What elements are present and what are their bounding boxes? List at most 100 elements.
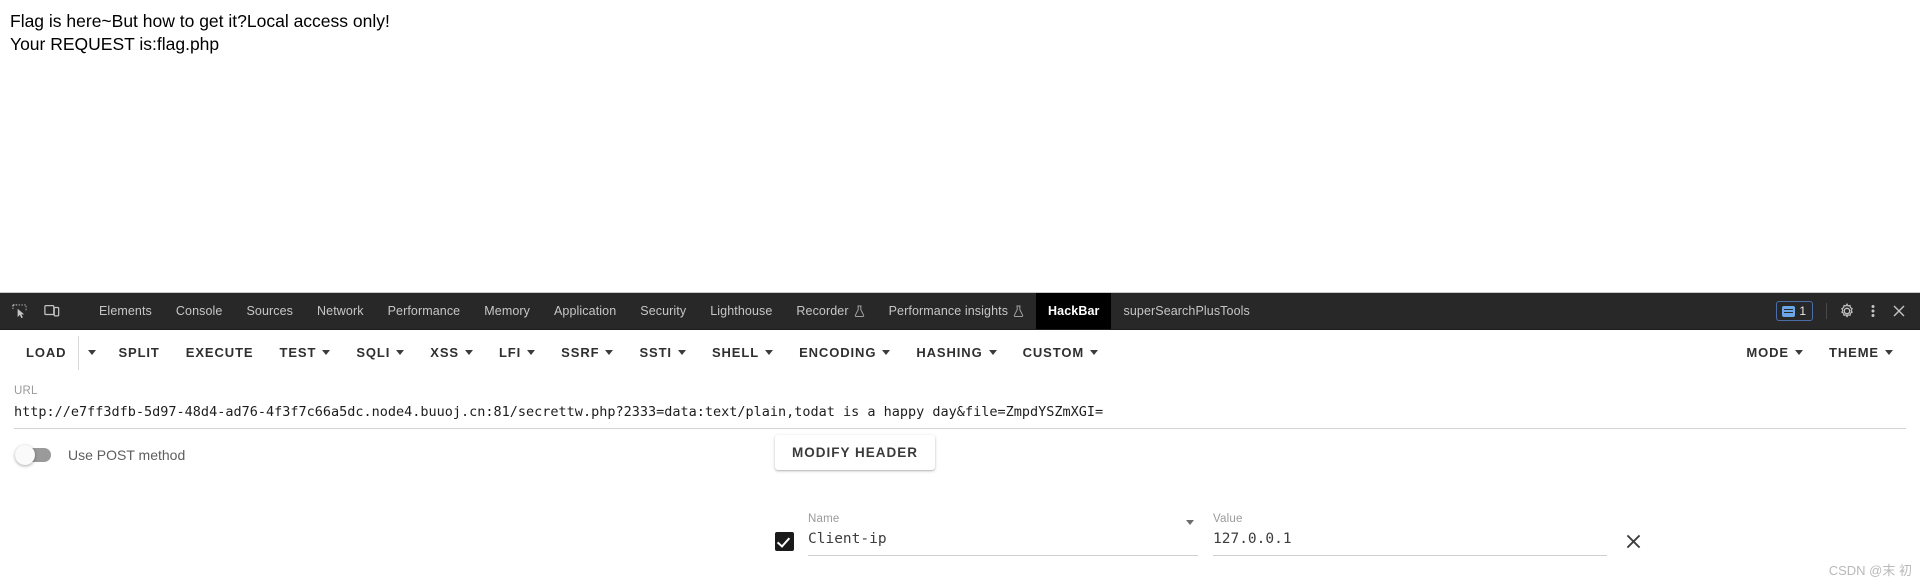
chevron-down-icon <box>1885 350 1893 355</box>
header-value-field[interactable]: Value 127.0.0.1 <box>1213 511 1607 556</box>
device-toolbar-icon[interactable] <box>40 300 63 323</box>
hackbar-button-custom[interactable]: CUSTOM <box>1010 336 1112 370</box>
kebab-menu-icon[interactable] <box>1861 299 1885 323</box>
modify-header-button[interactable]: MODIFY HEADER <box>775 435 936 470</box>
hackbar-button-ssti-label-wrap[interactable]: SSTI <box>626 336 699 370</box>
url-input[interactable]: http://e7ff3dfb-5d97-48d4-ad76-4f3f7c66a… <box>14 399 1906 425</box>
hackbar-button-custom-label-wrap[interactable]: CUSTOM <box>1010 336 1112 370</box>
hackbar-button-test-label-wrap[interactable]: TEST <box>266 336 343 370</box>
hackbar-button-xss-label-wrap[interactable]: XSS <box>417 336 486 370</box>
hackbar-button-load[interactable]: LOAD <box>14 335 105 370</box>
hackbar-button-split-label-wrap[interactable]: SPLIT <box>105 336 172 370</box>
hackbar-button-shell-label-wrap[interactable]: SHELL <box>699 336 786 370</box>
devtools-tab-network[interactable]: Network <box>305 293 376 329</box>
hackbar-toolbar-left: LOAD SPLIT EXECUTE TEST SQLI XSS LFI SSRF SSTI SH… <box>14 335 1112 370</box>
button-label: SSTI <box>639 345 672 360</box>
hackbar-button-ssrf[interactable]: SSRF <box>548 336 626 370</box>
hackbar-button-test[interactable]: TEST <box>266 336 343 370</box>
hackbar-button-encoding[interactable]: ENCODING <box>786 336 903 370</box>
hackbar-button-execute[interactable]: EXECUTE <box>173 336 267 370</box>
button-label: CUSTOM <box>1022 345 1085 360</box>
experimental-flask-icon <box>1013 305 1024 317</box>
chevron-down-icon <box>988 350 997 355</box>
devtools-tab-recorder[interactable]: Recorder <box>784 293 876 329</box>
hackbar-button-split[interactable]: SPLIT <box>105 336 172 370</box>
hackbar-button-xss[interactable]: XSS <box>417 336 486 370</box>
toggle-knob <box>15 445 35 465</box>
use-post-method-toggle[interactable] <box>15 445 51 465</box>
hackbar-button-encoding-label-wrap[interactable]: ENCODING <box>786 336 903 370</box>
close-icon[interactable] <box>1887 299 1911 323</box>
chevron-down-icon <box>464 350 473 355</box>
hackbar-button-shell[interactable]: SHELL <box>699 336 786 370</box>
chevron-down-icon <box>396 350 405 355</box>
hackbar-button-load-dropdown-arrow[interactable] <box>78 335 105 370</box>
message-icon <box>1782 305 1796 317</box>
hackbar-toolbar-right: MODE THEME <box>1733 336 1906 370</box>
devtools-tab-label: Lighthouse <box>710 304 773 318</box>
header-enabled-checkbox[interactable] <box>775 532 794 551</box>
hackbar-button-sqli-label-wrap[interactable]: SQLI <box>343 336 417 370</box>
button-label: SSRF <box>561 345 600 360</box>
devtools-tab-label: Console <box>175 304 223 318</box>
hackbar-button-lfi[interactable]: LFI <box>486 336 548 370</box>
devtools-tab-console[interactable]: Console <box>164 293 235 329</box>
button-label: LFI <box>498 345 522 360</box>
remove-header-close-icon[interactable] <box>1625 533 1642 554</box>
devtools-tab-label: Security <box>640 304 687 318</box>
hackbar-button-sqli[interactable]: SQLI <box>343 336 417 370</box>
page-text-line-1: Flag is here~But how to get it?Local acc… <box>10 11 390 31</box>
button-label: THEME <box>1829 345 1879 360</box>
devtools-tab-elements[interactable]: Elements <box>87 293 164 329</box>
devtools-tab-label: HackBar <box>1048 304 1100 318</box>
hackbar-button-theme[interactable]: THEME <box>1816 336 1906 370</box>
devtools-tab-memory[interactable]: Memory <box>472 293 542 329</box>
button-label: MODE <box>1746 345 1789 360</box>
button-label: TEST <box>279 345 317 360</box>
button-label: SQLI <box>356 345 391 360</box>
watermark: CSDN @末 初 <box>1828 563 1912 578</box>
devtools-tool-icons <box>0 293 87 329</box>
hackbar-button-hashing[interactable]: HASHING <box>903 336 1009 370</box>
devtools-tab-hackbar[interactable]: HackBar <box>1036 293 1112 329</box>
hackbar-button-load-label-wrap[interactable]: LOAD <box>14 336 78 370</box>
status-divider <box>1826 303 1827 319</box>
gear-icon[interactable] <box>1835 299 1859 323</box>
devtools-tab-security[interactable]: Security <box>628 293 698 329</box>
devtools-tab-application[interactable]: Application <box>542 293 628 329</box>
hackbar-button-mode-label-wrap[interactable]: MODE <box>1733 336 1816 370</box>
hackbar-button-theme-label-wrap[interactable]: THEME <box>1816 336 1906 370</box>
header-name-input[interactable]: Client-ip <box>808 529 1198 549</box>
hackbar-button-lfi-label-wrap[interactable]: LFI <box>486 336 548 370</box>
devtools-tab-supersearchplustools[interactable]: superSearchPlusTools <box>1111 293 1261 329</box>
devtools-tab-performance[interactable]: Performance <box>376 293 473 329</box>
devtools-tab-label: Memory <box>484 304 530 318</box>
header-name-field[interactable]: Name Client-ip <box>808 511 1198 556</box>
console-message-badge[interactable]: 1 <box>1776 301 1813 321</box>
inspect-element-icon[interactable] <box>8 300 31 323</box>
devtools-tab-label: Sources <box>246 304 294 318</box>
button-label: LOAD <box>26 345 67 360</box>
devtools-tab-performance-insights[interactable]: Performance insights <box>877 293 1036 329</box>
button-label: HASHING <box>916 345 983 360</box>
hackbar-button-ssti[interactable]: SSTI <box>626 336 699 370</box>
hackbar-button-hashing-label-wrap[interactable]: HASHING <box>903 336 1009 370</box>
devtools-tab-lighthouse[interactable]: Lighthouse <box>698 293 784 329</box>
devtools-tab-list: Elements Console Sources Network Performance… <box>87 293 1776 329</box>
use-post-method-label: Use POST method <box>68 447 186 463</box>
chevron-down-icon <box>322 350 331 355</box>
experimental-flask-icon <box>854 305 865 317</box>
hackbar-button-ssrf-label-wrap[interactable]: SSRF <box>548 336 626 370</box>
header-name-label: Name <box>808 513 840 525</box>
chevron-down-icon <box>605 350 614 355</box>
devtools-tab-sources[interactable]: Sources <box>234 293 305 329</box>
chevron-down-icon <box>527 350 536 355</box>
button-label: SHELL <box>711 345 760 360</box>
header-name-chevron-down-icon[interactable] <box>1186 520 1194 543</box>
header-value-input[interactable]: 127.0.0.1 <box>1213 529 1607 549</box>
chevron-down-icon <box>765 350 774 355</box>
hackbar-button-mode[interactable]: MODE <box>1733 336 1816 370</box>
button-label: XSS <box>430 345 459 360</box>
hackbar-toolbar: LOAD SPLIT EXECUTE TEST SQLI XSS LFI SSRF SSTI SH… <box>0 330 1920 376</box>
hackbar-button-execute-label-wrap[interactable]: EXECUTE <box>173 336 267 370</box>
